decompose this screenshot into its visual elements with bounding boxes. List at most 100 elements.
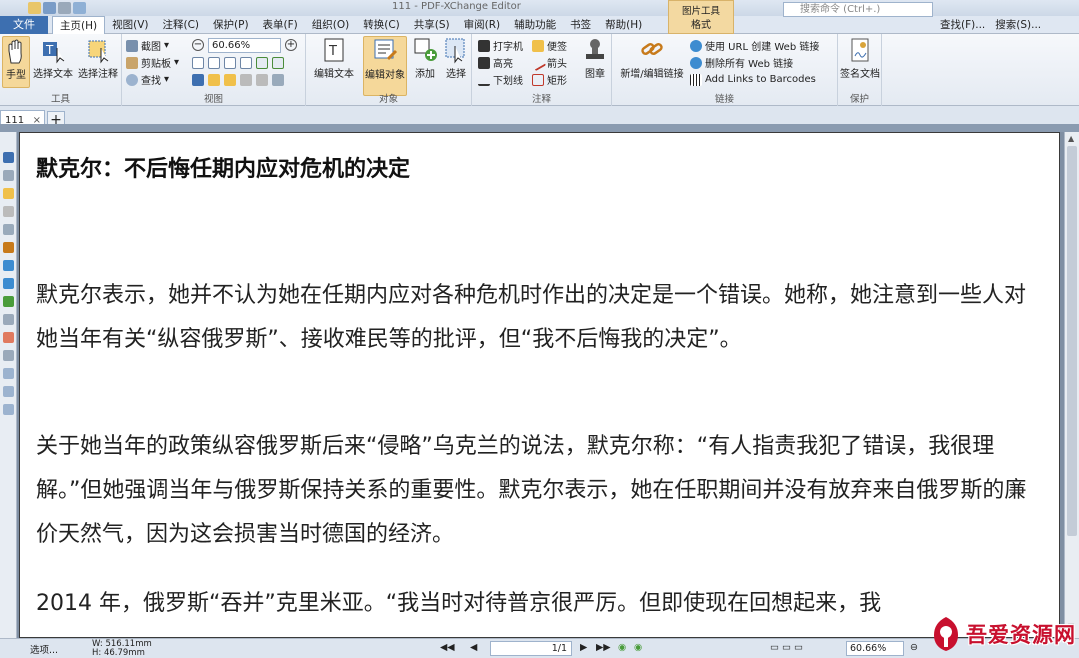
menu-protect[interactable]: 保护(P) — [206, 16, 256, 34]
menu-items: 主页(H) 视图(V) 注释(C) 保护(P) 表单(F) 组织(O) 转换(C… — [52, 16, 649, 34]
menu-accessibility[interactable]: 辅助功能 — [507, 16, 563, 34]
info-panel-icon[interactable] — [3, 386, 14, 397]
highlight-button[interactable]: 高亮 — [478, 55, 513, 70]
rotate-left-icon[interactable] — [256, 57, 268, 69]
fit-width-icon[interactable] — [224, 57, 236, 69]
typewriter-button[interactable]: 打字机 — [478, 38, 523, 53]
clipboard-button[interactable]: 剪贴板 ▾ — [126, 55, 179, 70]
comments-panel-icon[interactable] — [3, 188, 14, 199]
search-button[interactable]: 搜索(S)... — [995, 16, 1041, 34]
layers-panel-icon[interactable] — [3, 224, 14, 235]
panel-splitter[interactable] — [0, 124, 1079, 132]
search-icon — [126, 73, 138, 86]
add-button[interactable]: 添加 — [410, 36, 440, 80]
pdf-page[interactable]: 默克尔：不后悔任期内应对危机的决定 默克尔表示，她并不认为她在任期内应对各种危机… — [19, 132, 1060, 638]
rectangle-button[interactable]: 矩形 — [532, 72, 567, 87]
link-chain-icon — [641, 43, 663, 55]
zoom-input[interactable]: 60.66% — [208, 38, 281, 53]
fit-page-icon[interactable] — [208, 57, 220, 69]
forward-icon[interactable]: ◉ — [634, 642, 642, 653]
back-icon[interactable]: ◉ — [618, 642, 626, 653]
vertical-scrollbar[interactable]: ▲ ▼ — [1064, 132, 1079, 638]
command-search-input[interactable]: 搜索命令 (Ctrl+.) — [783, 2, 933, 17]
thumbnails-panel-icon[interactable] — [3, 170, 14, 181]
properties-panel-icon[interactable] — [3, 278, 14, 289]
find-small-button[interactable]: 查找 ▾ — [126, 72, 169, 87]
next-page-icon[interactable]: ▶ — [580, 642, 587, 653]
menu-view[interactable]: 视图(V) — [105, 16, 155, 34]
format-tab-top: 图片工具 — [681, 6, 720, 17]
search-panel-icon[interactable] — [3, 368, 14, 379]
select-note-button[interactable]: 选择注释 — [76, 36, 120, 80]
page-layout-icons[interactable]: ▭ ▭ ▭ — [770, 642, 803, 653]
comment-icon[interactable] — [208, 74, 220, 86]
save-icon[interactable] — [43, 2, 56, 14]
hand-tool-button[interactable]: 手型 — [2, 36, 30, 88]
globe-remove-icon — [690, 56, 702, 69]
layers-icon[interactable] — [272, 74, 284, 86]
undo-icon[interactable] — [73, 2, 86, 14]
menu-bookmarks[interactable]: 书签 — [563, 16, 598, 34]
highlight-icon — [478, 56, 490, 69]
first-page-icon[interactable]: ◀◀ — [440, 642, 455, 653]
sticky-button[interactable]: 便签 — [532, 38, 567, 53]
signatures-panel-icon[interactable] — [3, 296, 14, 307]
content-panel-icon[interactable] — [3, 260, 14, 271]
new-link-button[interactable]: 新增/编辑链接 — [616, 36, 688, 80]
edit-objects-button[interactable]: 编辑对象 — [363, 36, 407, 96]
format-tab[interactable]: 图片工具 格式 — [668, 0, 734, 34]
menu-help[interactable]: 帮助(H) — [598, 16, 649, 34]
last-page-icon[interactable]: ▶▶ — [596, 642, 611, 653]
menu-review[interactable]: 审阅(R) — [457, 16, 508, 34]
settings-panel-icon[interactable] — [3, 404, 14, 415]
bookmarks-panel-icon[interactable] — [3, 152, 14, 163]
scroll-up-icon[interactable]: ▲ — [1068, 134, 1074, 143]
scrollbar-thumb[interactable] — [1067, 146, 1077, 536]
attachment-icon[interactable] — [240, 74, 252, 86]
open-icon[interactable] — [28, 2, 41, 14]
articles-panel-icon[interactable] — [3, 350, 14, 361]
rectangle-icon — [532, 73, 544, 86]
underline-button[interactable]: 下划线 — [478, 72, 523, 87]
fit-visible-icon[interactable] — [240, 57, 252, 69]
document-area[interactable]: 默克尔：不后悔任期内应对危机的决定 默克尔表示，她并不认为她在任期内应对各种危机… — [17, 132, 1064, 638]
note-icon[interactable] — [224, 74, 236, 86]
sign-document-button[interactable]: 签名文档 — [840, 36, 880, 80]
select-text-button[interactable]: T 选择文本 — [32, 36, 74, 80]
menu-home[interactable]: 主页(H) — [52, 16, 106, 34]
menu-form[interactable]: 表单(F) — [256, 16, 305, 34]
remove-links-button[interactable]: 删除所有 Web 链接 — [690, 55, 793, 70]
status-zoom-input[interactable]: 60.66% — [846, 641, 904, 656]
protect-group: 签名文档 保护 — [838, 34, 882, 106]
select-button[interactable]: 选择 — [442, 36, 470, 80]
menu-organize[interactable]: 组织(O) — [305, 16, 356, 34]
stamp-button[interactable]: 图章 — [580, 36, 610, 80]
fields-panel-icon[interactable] — [3, 314, 14, 325]
zoom-in-icon[interactable]: + — [285, 39, 297, 51]
status-zoom-out-icon[interactable]: ⊖ — [910, 642, 918, 653]
tools-group: 手型 T 选择文本 选择注释 工具 — [0, 34, 122, 106]
zoom-out-icon[interactable]: − — [192, 39, 204, 51]
bookmark-icon[interactable] — [192, 74, 204, 86]
menu-comment[interactable]: 注释(C) — [155, 16, 206, 34]
menu-convert[interactable]: 转换(C) — [356, 16, 407, 34]
left-side-panel — [0, 132, 17, 638]
options-button[interactable]: 选项... — [30, 642, 58, 656]
attachments-panel-icon[interactable] — [3, 206, 14, 217]
barcode-links-button[interactable]: Add Links to Barcodes — [690, 72, 816, 87]
page-number-input[interactable]: 1/1 — [490, 641, 572, 656]
tags-panel-icon[interactable] — [3, 332, 14, 343]
actual-size-icon[interactable] — [192, 57, 204, 69]
destinations-panel-icon[interactable] — [3, 242, 14, 253]
menu-share[interactable]: 共享(S) — [407, 16, 457, 34]
print-icon[interactable] — [58, 2, 71, 14]
rotate-right-icon[interactable] — [272, 57, 284, 69]
url-links-button[interactable]: 使用 URL 创建 Web 链接 — [690, 38, 819, 53]
edit-text-button[interactable]: T 编辑文本 — [308, 36, 360, 80]
prev-page-icon[interactable]: ◀ — [470, 642, 477, 653]
find-button[interactable]: 查找(F)... — [940, 16, 985, 34]
file-menu[interactable]: 文件 — [0, 16, 48, 34]
link-icon[interactable] — [256, 74, 268, 86]
arrow-button[interactable]: 箭头 — [529, 54, 567, 71]
snapshot-button[interactable]: 截图 ▾ — [126, 38, 169, 53]
